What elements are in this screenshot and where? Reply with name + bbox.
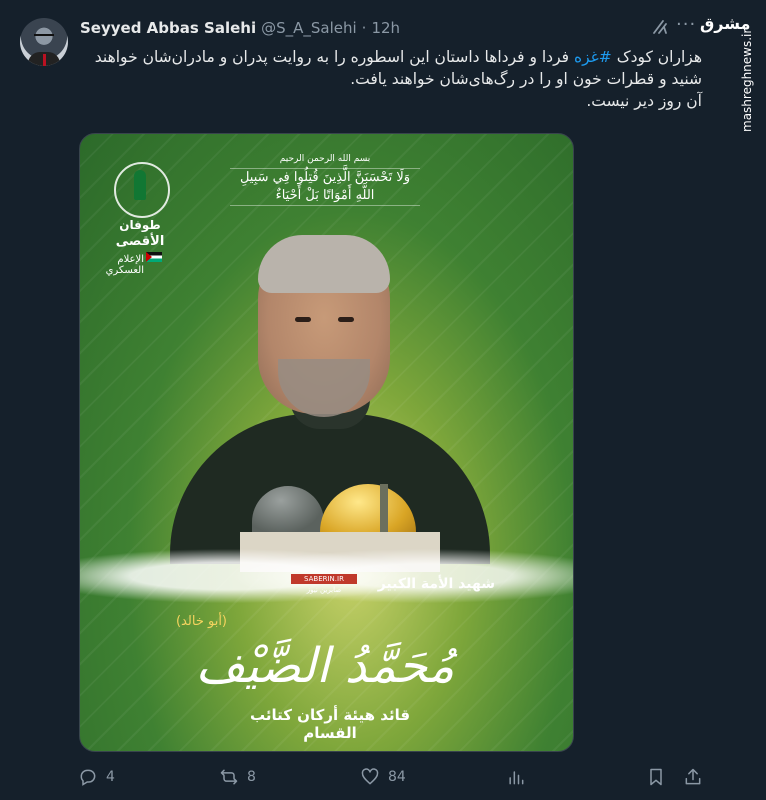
like-button[interactable]: 84 <box>360 764 406 790</box>
views-button[interactable] <box>506 764 534 790</box>
tweet-text-start: هزاران کودک <box>611 48 702 66</box>
tweet-actions-bar: 4 8 84 <box>78 764 718 790</box>
martyr-title: شهيد الأمة الكبير <box>377 576 495 592</box>
author-name[interactable]: Seyyed Abbas Salehi <box>80 19 256 37</box>
grok-icon[interactable] <box>651 18 669 36</box>
retweet-icon <box>220 769 238 785</box>
saberin-stamp: SABERIN.IR <box>291 574 357 584</box>
portrait-eye-right <box>338 317 354 322</box>
bookmark-icon <box>650 768 662 786</box>
like-count: 84 <box>388 769 406 785</box>
portrait-hair <box>258 235 390 293</box>
martyr-name-calligraphy: مُحَمَّدُ الضَّيْف <box>195 638 455 694</box>
mashregh-logo: مشرق <box>700 14 751 33</box>
clouds-illustration <box>80 544 573 624</box>
avatar-tie <box>43 54 46 66</box>
tweet-media-image[interactable]: طوفان الأقصى الإعلام العسكري بسم الله ال… <box>79 133 574 752</box>
more-options-button[interactable]: ··· <box>676 14 696 35</box>
hashtag-link[interactable]: #غزه <box>574 48 612 66</box>
poster-subtitle: قائد هيئة أركان كتائب القسام <box>249 706 411 742</box>
tweet-header: Seyyed Abbas Salehi @S_A_Salehi · 12h <box>80 18 400 38</box>
retweet-button[interactable]: 8 <box>219 764 256 790</box>
tweet-time[interactable]: 12h <box>371 19 400 37</box>
saberin-stamp-sub: صابرين نيوز <box>306 586 342 594</box>
share-button[interactable] <box>683 764 711 790</box>
reply-button[interactable]: 4 <box>78 764 115 790</box>
portrait-eye-left <box>295 317 311 322</box>
author-handle[interactable]: @S_A_Salehi <box>261 19 357 37</box>
retweet-count: 8 <box>247 769 256 785</box>
reply-count: 4 <box>106 769 115 785</box>
tweet-text: هزاران کودک #غزه فردا و فرداها داستان ای… <box>82 46 702 112</box>
bookmark-button[interactable] <box>646 764 674 790</box>
share-icon <box>685 768 701 785</box>
logo-line3: الإعلام العسكري <box>105 254 144 276</box>
tweet-text-last-line: آن روز دیر نیست. <box>586 92 702 110</box>
kunya-label: (أبو خالد) <box>176 614 228 629</box>
poster-basmala: بسم الله الرحمن الرحيم <box>279 154 371 164</box>
author-avatar[interactable] <box>20 18 68 66</box>
heart-icon <box>361 768 379 785</box>
views-icon <box>509 771 524 785</box>
reply-icon <box>80 769 96 786</box>
watermark-url: mashreghnews.ir <box>740 28 754 132</box>
poster-verse: وَلَا تَحْسَبَنَّ الَّذِينَ قُتِلُوا فِي… <box>230 168 420 206</box>
logo-fighter-icon <box>134 170 146 200</box>
header-separator: · <box>361 19 367 37</box>
avatar-glasses <box>34 34 54 41</box>
